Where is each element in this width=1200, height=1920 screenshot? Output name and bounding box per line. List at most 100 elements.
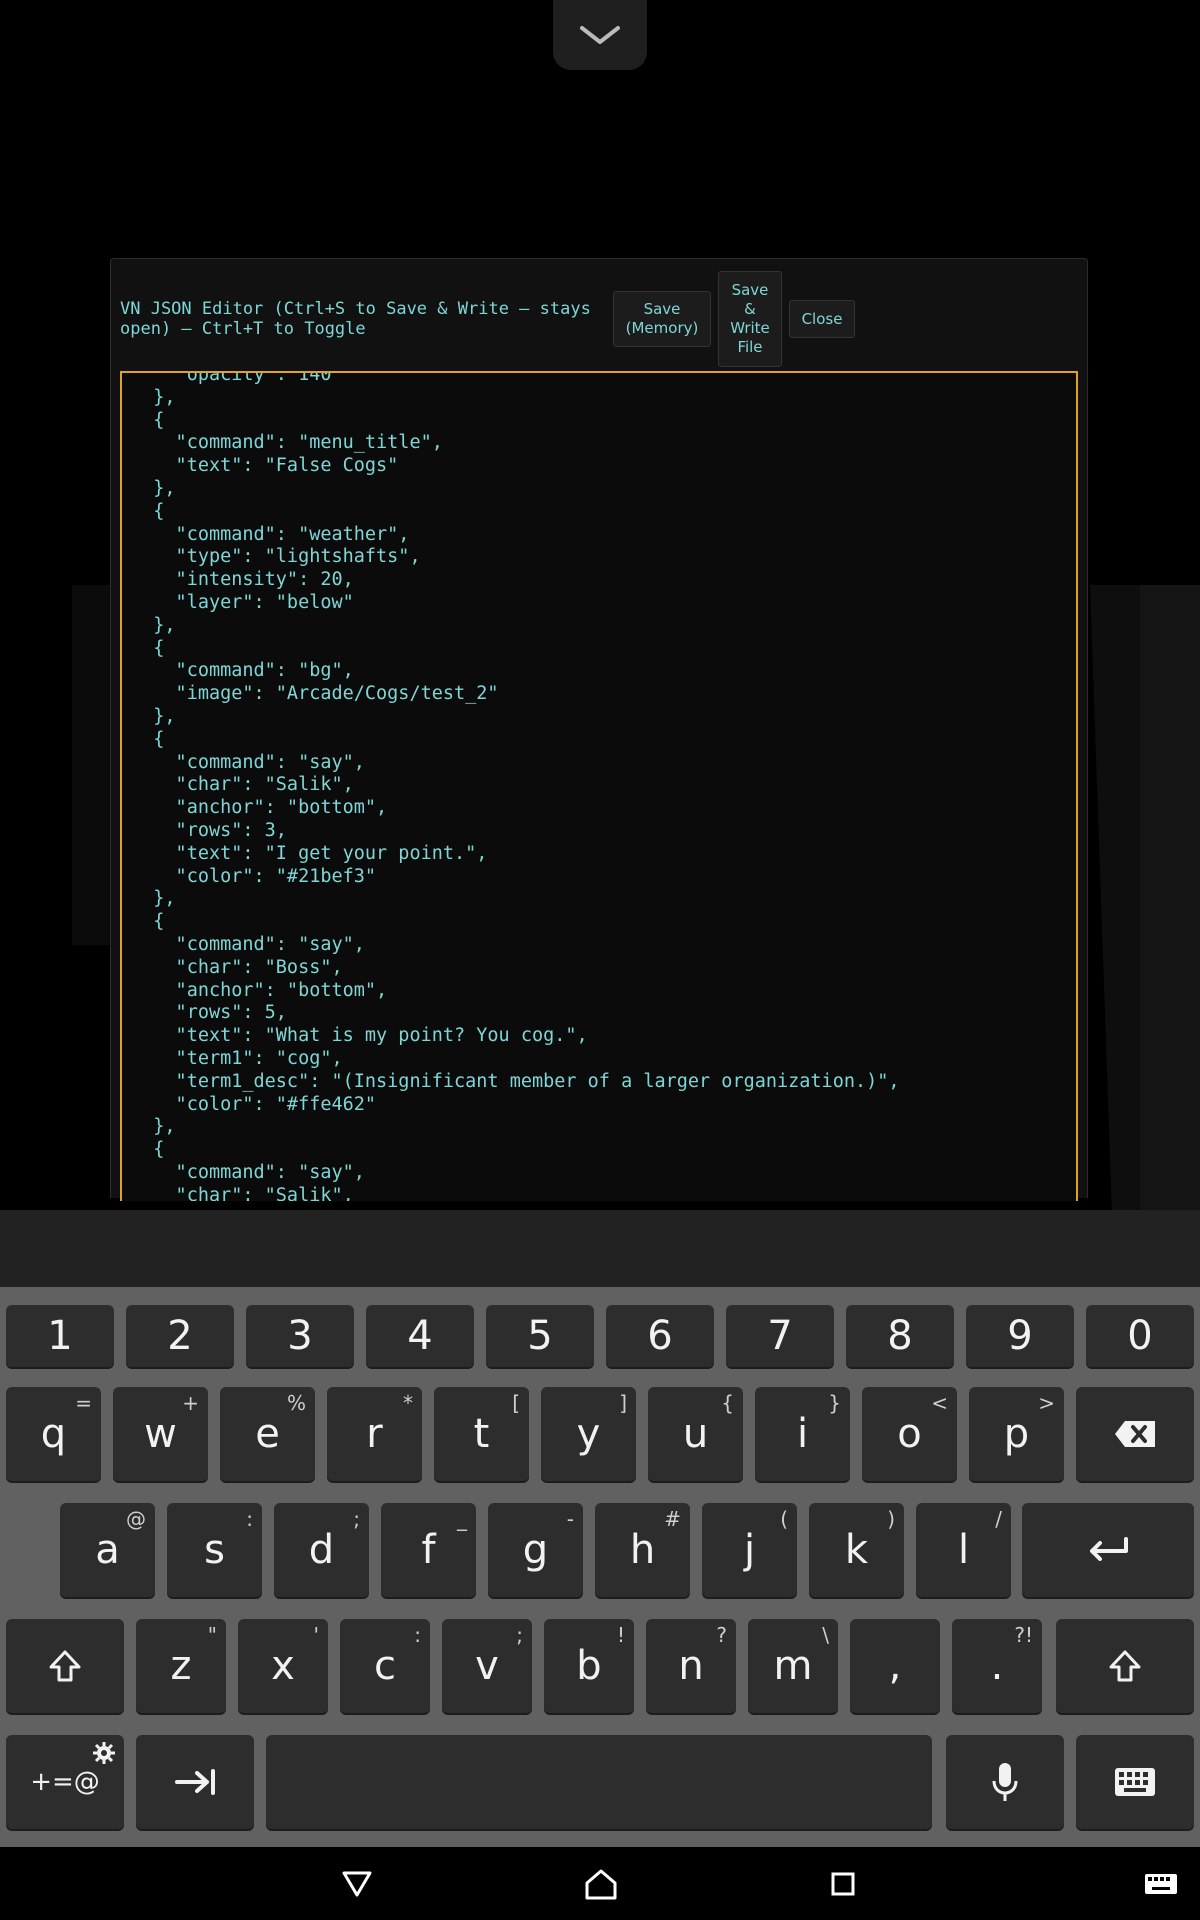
key-f[interactable]: f _ (381, 1503, 476, 1597)
key-label: c (374, 1643, 396, 1689)
keyboard-switch-button[interactable] (1136, 1859, 1186, 1909)
key-label: i (796, 1411, 809, 1457)
key-i[interactable]: i} (755, 1387, 850, 1481)
key-hint: ; (516, 1623, 523, 1647)
backspace-icon (1115, 1421, 1155, 1447)
key-0[interactable]: 0 (1086, 1305, 1194, 1367)
shift-key-right[interactable] (1056, 1619, 1194, 1713)
key-hint: = (75, 1391, 92, 1415)
code-textarea[interactable]: "opacity": 140 }, { "command": "menu_tit… (120, 371, 1078, 1201)
gear-icon (93, 1742, 115, 1764)
key-label: . (990, 1643, 1004, 1689)
key-label: w (144, 1411, 177, 1457)
key-a[interactable]: a @ (60, 1503, 155, 1597)
key-j[interactable]: j( (702, 1503, 797, 1597)
key-p[interactable]: p > (969, 1387, 1064, 1481)
key-label: 6 (647, 1313, 673, 1359)
key-d[interactable]: d; (274, 1503, 369, 1597)
keyboard-suggestion-strip (0, 1210, 1200, 1287)
enter-key[interactable] (1022, 1503, 1194, 1597)
json-editor-panel: VN JSON Editor (Ctrl+S to Save & Write —… (110, 258, 1088, 1201)
enter-icon (1090, 1537, 1128, 1561)
key-label: 0 (1127, 1313, 1153, 1359)
key-hint: ( (780, 1507, 788, 1531)
key-u[interactable]: u{ (648, 1387, 743, 1481)
microphone-icon (992, 1763, 1018, 1801)
key-2[interactable]: 2 (126, 1305, 234, 1367)
key-label: k (844, 1527, 869, 1573)
key-w[interactable]: w + (113, 1387, 208, 1481)
save-memory-button[interactable]: Save (Memory) (613, 291, 711, 347)
key-o[interactable]: o < (862, 1387, 957, 1481)
key-comma[interactable]: , (850, 1619, 940, 1713)
key-g[interactable]: g- (488, 1503, 583, 1597)
key-z[interactable]: z " (136, 1619, 226, 1713)
key-r[interactable]: r * (327, 1387, 422, 1481)
key-label: z (170, 1643, 192, 1689)
key-5[interactable]: 5 (486, 1305, 594, 1367)
collapse-handle[interactable] (553, 0, 647, 70)
key-1[interactable]: 1 (6, 1305, 114, 1367)
key-label: j (743, 1527, 756, 1573)
key-9[interactable]: 9 (966, 1305, 1074, 1367)
key-label: x (271, 1643, 295, 1689)
navigation-bar (0, 1847, 1200, 1920)
recents-button[interactable] (818, 1859, 868, 1909)
key-8[interactable]: 8 (846, 1305, 954, 1367)
key-label: y (576, 1411, 601, 1457)
key-label: 8 (887, 1313, 913, 1359)
key-hint: > (1038, 1391, 1055, 1415)
shift-icon (1109, 1650, 1141, 1682)
mic-key[interactable] (946, 1735, 1064, 1829)
key-label: 5 (527, 1313, 553, 1359)
key-label: 2 (167, 1313, 193, 1359)
key-q[interactable]: q = (6, 1387, 101, 1481)
key-6[interactable]: 6 (606, 1305, 714, 1367)
key-x[interactable]: x ' (238, 1619, 328, 1713)
key-s[interactable]: s: (167, 1503, 262, 1597)
key-period[interactable]: .?! (952, 1619, 1042, 1713)
key-label: 3 (287, 1313, 313, 1359)
key-hint: % (286, 1391, 306, 1415)
key-t[interactable]: t[ (434, 1387, 529, 1481)
key-hint: ; (353, 1507, 360, 1531)
key-label: p (1003, 1411, 1030, 1457)
back-button[interactable] (332, 1859, 382, 1909)
backspace-key[interactable] (1076, 1387, 1194, 1481)
symbols-key[interactable]: +=@ (6, 1735, 124, 1829)
key-3[interactable]: 3 (246, 1305, 354, 1367)
key-hint: - (566, 1507, 574, 1531)
hide-keyboard-key[interactable] (1076, 1735, 1194, 1829)
key-hint: ' (313, 1623, 320, 1647)
key-y[interactable]: y] (541, 1387, 636, 1481)
home-button[interactable] (576, 1859, 626, 1909)
code-content: "opacity": 140 }, { "command": "menu_tit… (153, 371, 900, 1201)
key-hint: < (931, 1391, 948, 1415)
save-write-file-button[interactable]: Save & Write File (718, 271, 782, 367)
key-7[interactable]: 7 (726, 1305, 834, 1367)
key-b[interactable]: b! (544, 1619, 634, 1713)
key-label: a (95, 1527, 120, 1573)
close-button[interactable]: Close (789, 300, 855, 338)
key-m[interactable]: m \ (748, 1619, 838, 1713)
key-label: l (957, 1527, 970, 1573)
space-key[interactable] (266, 1735, 932, 1829)
key-hint: _ (457, 1507, 467, 1531)
home-icon (585, 1869, 617, 1900)
key-label: b (576, 1643, 602, 1689)
key-e[interactable]: e% (220, 1387, 315, 1481)
key-4[interactable]: 4 (366, 1305, 474, 1367)
key-c[interactable]: c: (340, 1619, 430, 1713)
key-k[interactable]: k) (809, 1503, 904, 1597)
editor-header: VN JSON Editor (Ctrl+S to Save & Write —… (111, 269, 1087, 369)
tab-key[interactable] (136, 1735, 254, 1829)
key-label: m (773, 1643, 813, 1689)
key-l[interactable]: l / (916, 1503, 1011, 1597)
key-hint: \ (822, 1623, 829, 1647)
key-n[interactable]: n? (646, 1619, 736, 1713)
shift-key-left[interactable] (6, 1619, 124, 1713)
recents-square-icon (831, 1872, 855, 1896)
key-v[interactable]: v; (442, 1619, 532, 1713)
key-h[interactable]: h # (595, 1503, 690, 1597)
key-label: 4 (407, 1313, 433, 1359)
